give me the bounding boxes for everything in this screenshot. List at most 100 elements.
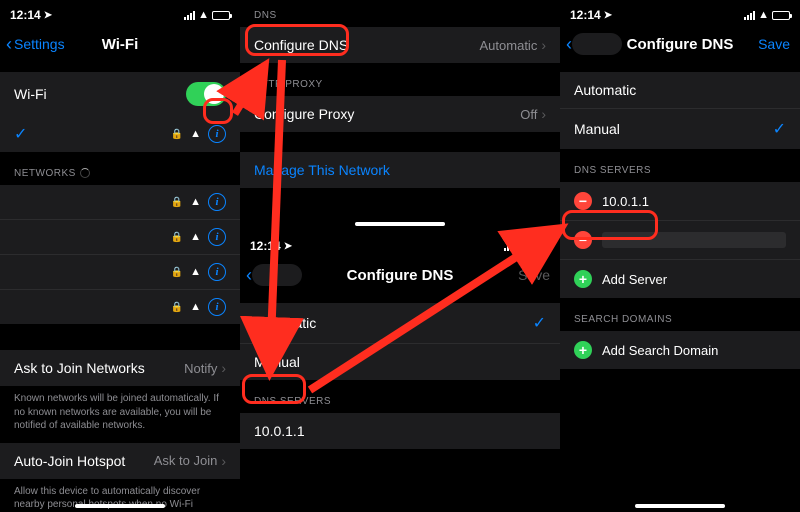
cell-signal-icon — [184, 11, 195, 20]
info-icon[interactable]: i — [208, 193, 226, 211]
remove-icon[interactable]: − — [574, 192, 592, 210]
configure-dns-screen: 12:14➤ ▲ ‹ Configure DNS Save Automatic … — [240, 230, 560, 512]
manage-network-label: Manage This Network — [254, 162, 390, 178]
battery-icon — [532, 242, 550, 251]
home-indicator[interactable] — [635, 504, 725, 508]
dns-servers-header: DNS SERVERS — [240, 380, 560, 413]
checkmark-icon: ✓ — [14, 124, 27, 144]
battery-icon — [772, 11, 790, 20]
server-input[interactable] — [602, 232, 786, 248]
ask-join-value: Notify — [184, 361, 217, 376]
ask-to-join-row[interactable]: Ask to Join Networks Notify › — [0, 350, 240, 386]
page-title: Configure DNS — [347, 267, 454, 284]
back-pill[interactable] — [572, 33, 622, 55]
configure-proxy-label: Configure Proxy — [254, 106, 354, 122]
wifi-status-icon: ▲ — [758, 9, 769, 21]
wifi-signal-icon: ▲ — [190, 301, 201, 313]
chevron-right-icon: › — [221, 453, 226, 469]
network-row[interactable]: 🔒 ▲ i — [0, 289, 240, 324]
manage-network-row[interactable]: Manage This Network — [240, 152, 560, 188]
auto-hotspot-row[interactable]: Auto-Join Hotspot Ask to Join› — [0, 443, 240, 479]
dns-header: DNS — [240, 0, 560, 27]
home-indicator[interactable] — [355, 222, 445, 226]
info-icon[interactable]: i — [208, 228, 226, 246]
wifi-signal-icon: ▲ — [190, 196, 201, 208]
save-button[interactable]: Save — [758, 36, 790, 52]
nav-bar: ‹Settings Wi-Fi — [0, 26, 240, 62]
wifi-status-icon: ▲ — [198, 9, 209, 21]
location-icon: ➤ — [284, 241, 292, 252]
automatic-row[interactable]: Automatic — [560, 72, 800, 108]
add-server-row[interactable]: + Add Server — [560, 259, 800, 298]
auto-hotspot-label: Auto-Join Hotspot — [14, 453, 125, 469]
server-row[interactable]: − 10.0.1.1 — [560, 182, 800, 220]
location-icon: ➤ — [604, 10, 612, 21]
time-label: 12:14 — [10, 8, 41, 22]
checkmark-icon: ✓ — [773, 119, 786, 139]
phone-left-wifi-settings: 12:14➤ ▲ ‹Settings Wi-Fi Wi-Fi ✓ 🔒 ▲ i N… — [0, 0, 240, 512]
configure-proxy-row[interactable]: Configure Proxy Off › — [240, 96, 560, 132]
manual-label: Manual — [254, 354, 300, 370]
phone-center: DNS Configure DNS Automatic› HTTP PROXY … — [240, 0, 560, 512]
network-row[interactable]: 🔒 ▲ i — [0, 185, 240, 219]
battery-icon — [212, 11, 230, 20]
connected-network-row[interactable]: ✓ 🔒 ▲ i — [0, 116, 240, 152]
server-row: 10.0.1.1 — [240, 413, 560, 449]
ask-join-label: Ask to Join Networks — [14, 360, 145, 376]
nav-bar: ‹ Configure DNS Save — [560, 26, 800, 62]
save-button[interactable]: Save — [518, 267, 550, 283]
chevron-left-icon: ‹ — [6, 34, 12, 55]
auto-hotspot-value: Ask to Join — [154, 453, 218, 468]
page-title: Configure DNS — [627, 36, 734, 53]
chevron-right-icon: › — [221, 360, 226, 376]
automatic-row[interactable]: Automatic ✓ — [240, 303, 560, 343]
dns-servers-header: DNS SERVERS — [560, 149, 800, 182]
add-icon[interactable]: + — [574, 270, 592, 288]
configure-proxy-value: Off — [520, 107, 537, 122]
lock-icon: 🔒 — [171, 232, 183, 243]
remove-icon[interactable]: − — [574, 231, 592, 249]
add-search-domain-row[interactable]: + Add Search Domain — [560, 331, 800, 369]
manual-row[interactable]: Manual ✓ — [560, 108, 800, 149]
info-icon[interactable]: i — [208, 263, 226, 281]
lock-icon: 🔒 — [171, 197, 183, 208]
server-value: 10.0.1.1 — [254, 423, 305, 439]
wifi-signal-icon: ▲ — [190, 231, 201, 243]
add-icon[interactable]: + — [574, 341, 592, 359]
back-pill[interactable] — [252, 264, 302, 286]
home-indicator[interactable] — [75, 504, 165, 508]
automatic-label: Automatic — [574, 82, 636, 98]
status-bar: 12:14➤ ▲ — [240, 231, 560, 257]
time-label: 12:14 — [570, 8, 601, 22]
time-label: 12:14 — [250, 239, 281, 253]
http-proxy-header: HTTP PROXY — [240, 63, 560, 96]
chevron-right-icon: › — [541, 106, 546, 122]
back-button[interactable]: ‹Settings — [6, 34, 65, 55]
wifi-status-icon: ▲ — [518, 240, 529, 252]
status-bar: 12:14➤ ▲ — [0, 0, 240, 26]
search-domains-header: SEARCH DOMAINS — [560, 298, 800, 331]
wifi-toggle[interactable] — [186, 82, 226, 106]
wifi-signal-icon: ▲ — [190, 266, 201, 278]
configure-dns-label: Configure DNS — [254, 37, 348, 53]
add-domain-label: Add Search Domain — [602, 343, 718, 358]
wifi-label: Wi-Fi — [14, 86, 47, 102]
manual-row[interactable]: Manual — [240, 343, 560, 380]
server-input-row[interactable]: − — [560, 220, 800, 259]
add-server-label: Add Server — [602, 272, 667, 287]
chevron-right-icon: › — [541, 37, 546, 53]
wifi-toggle-row[interactable]: Wi-Fi — [0, 72, 240, 116]
network-row[interactable]: 🔒 ▲ i — [0, 219, 240, 254]
network-row[interactable]: 🔒 ▲ i — [0, 254, 240, 289]
server-value: 10.0.1.1 — [602, 194, 649, 209]
ask-join-note: Known networks will be joined automatica… — [0, 386, 240, 443]
lock-icon: 🔒 — [171, 302, 183, 313]
lock-icon: 🔒 — [171, 129, 183, 140]
info-icon[interactable]: i — [208, 298, 226, 316]
info-icon[interactable]: i — [208, 125, 226, 143]
wifi-signal-icon: ▲ — [190, 128, 201, 140]
lock-icon: 🔒 — [171, 267, 183, 278]
spinner-icon — [80, 168, 90, 178]
status-bar: 12:14➤ ▲ — [560, 0, 800, 26]
configure-dns-row[interactable]: Configure DNS Automatic› — [240, 27, 560, 63]
